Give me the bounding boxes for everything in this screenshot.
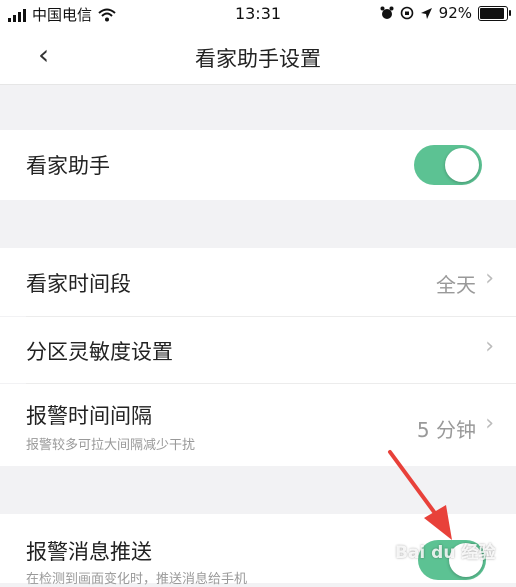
chevron-right-icon: › [485, 266, 494, 291]
status-right: 92% [380, 4, 511, 22]
location-icon [420, 7, 432, 19]
battery-percent: 92% [438, 4, 472, 22]
setting-row-period[interactable]: 看家时间段 全天 › [0, 248, 516, 316]
interval-label: 报警时间间隔 [26, 404, 152, 428]
setting-row-interval[interactable]: 报警时间间隔 报警较多可拉大间隔减少干扰 5 分钟 › [0, 384, 516, 466]
chevron-right-icon: › [485, 334, 494, 359]
setting-row-sensitivity[interactable]: 分区灵敏度设置 › [0, 317, 516, 383]
battery-fill [480, 7, 504, 19]
setting-row-assistant: 看家助手 [0, 130, 516, 200]
battery-icon [478, 5, 511, 21]
sensitivity-label: 分区灵敏度设置 [26, 340, 173, 364]
push-hint: 在检测到画面变化时，推送消息给手机 [26, 572, 248, 587]
chevron-right-icon: › [485, 411, 494, 436]
assistant-label: 看家助手 [26, 154, 110, 178]
toggle-knob [445, 148, 479, 182]
period-label: 看家时间段 [26, 272, 131, 296]
watermark-logo: Bai du 经验 [395, 543, 496, 563]
page-title: 看家助手设置 [195, 47, 321, 71]
interval-value: 5 分钟 [416, 418, 476, 442]
assistant-toggle[interactable] [414, 145, 482, 185]
lock-rotation-icon [400, 6, 413, 20]
interval-hint: 报警较多可拉大间隔减少干扰 [26, 438, 196, 453]
period-value: 全天 [436, 273, 476, 297]
nav-bar: ‹ 看家助手设置 [0, 28, 516, 85]
status-bar: 中国电信 13:31 92% [0, 0, 516, 28]
push-label: 报警消息推送 [26, 540, 152, 564]
alarm-icon [380, 6, 394, 19]
